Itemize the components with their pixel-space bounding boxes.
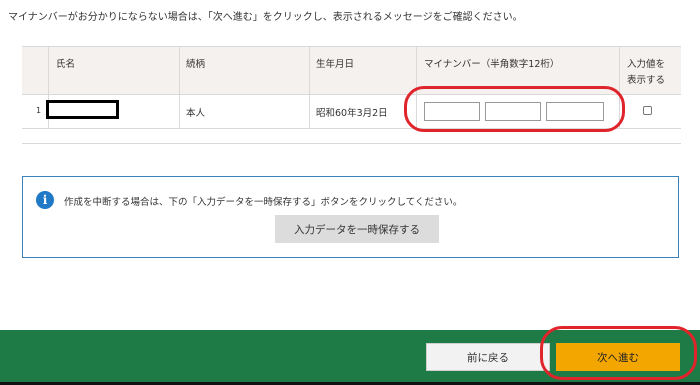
birthdate-value: 昭和60年3月2日 [316,108,388,119]
mynumber-input-part3[interactable] [546,102,604,121]
next-button[interactable]: 次へ進む [556,343,680,371]
relation-value: 本人 [186,108,206,119]
mynumber-table: 氏名 続柄 生年月日 マイナンバー（半角数字12桁） 入力値を 表示する 1 本… [22,46,681,144]
column-divider [179,95,180,128]
header-birthdate: 生年月日 [316,59,355,70]
column-divider [619,95,620,128]
table-spacer-row [22,129,681,144]
redacted-name-box [46,100,119,119]
row-index: 1 [36,106,42,115]
header-name: 氏名 [56,59,76,70]
column-divider [309,47,310,94]
header-show-input-line2: 表示する [627,75,666,86]
column-divider [416,47,417,94]
back-button[interactable]: 前に戻る [426,343,550,371]
info-message: 作成を中断する場合は、下の「入力データを一時保存する」ボタンをクリックしてくださ… [64,197,463,208]
instruction-text: マイナンバーがお分かりにならない場合は、「次へ進む」をクリックし、表示されるメッ… [8,12,523,23]
save-draft-button[interactable]: 入力データを一時保存する [275,215,439,243]
footer-bar: 前に戻る 次へ進む [0,330,700,385]
table-header-row: 氏名 続柄 生年月日 マイナンバー（半角数字12桁） 入力値を 表示する [22,47,681,95]
column-divider [619,47,620,94]
mynumber-input-part2[interactable] [485,102,541,121]
column-divider [179,47,180,94]
column-divider [416,95,417,128]
column-divider [309,95,310,128]
show-input-checkbox[interactable] [643,106,652,115]
info-panel: i 作成を中断する場合は、下の「入力データを一時保存する」ボタンをクリックしてく… [22,176,679,258]
info-icon: i [36,191,54,209]
table-row: 1 本人 昭和60年3月2日 [22,95,681,129]
column-divider [48,47,49,94]
mynumber-input-part1[interactable] [424,102,480,121]
header-relation: 続柄 [186,59,206,70]
header-mynumber: マイナンバー（半角数字12桁） [424,59,560,70]
